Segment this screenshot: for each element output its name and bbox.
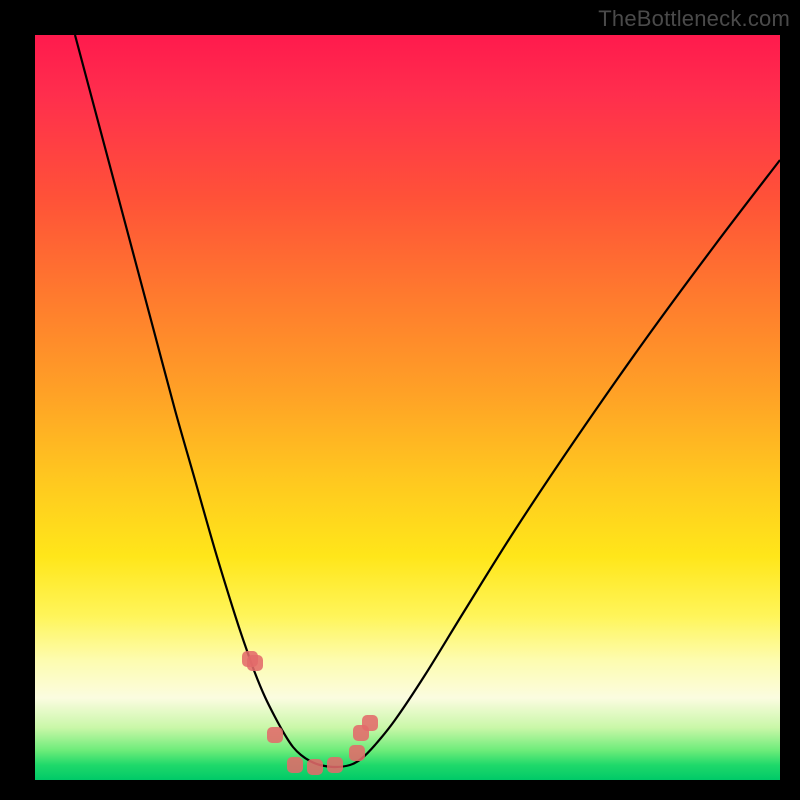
- curve-marker: [287, 757, 303, 773]
- curve-marker: [247, 655, 263, 671]
- curve-marker: [327, 757, 343, 773]
- curve-marker: [307, 759, 323, 775]
- watermark-text: TheBottleneck.com: [598, 6, 790, 32]
- curve-markers: [242, 651, 378, 775]
- bottleneck-curve: [75, 35, 780, 767]
- chart-frame: TheBottleneck.com: [0, 0, 800, 800]
- curve-marker: [362, 715, 378, 731]
- curve-marker: [267, 727, 283, 743]
- curve-marker: [349, 745, 365, 761]
- curve-svg: [35, 35, 780, 780]
- plot-area: [35, 35, 780, 780]
